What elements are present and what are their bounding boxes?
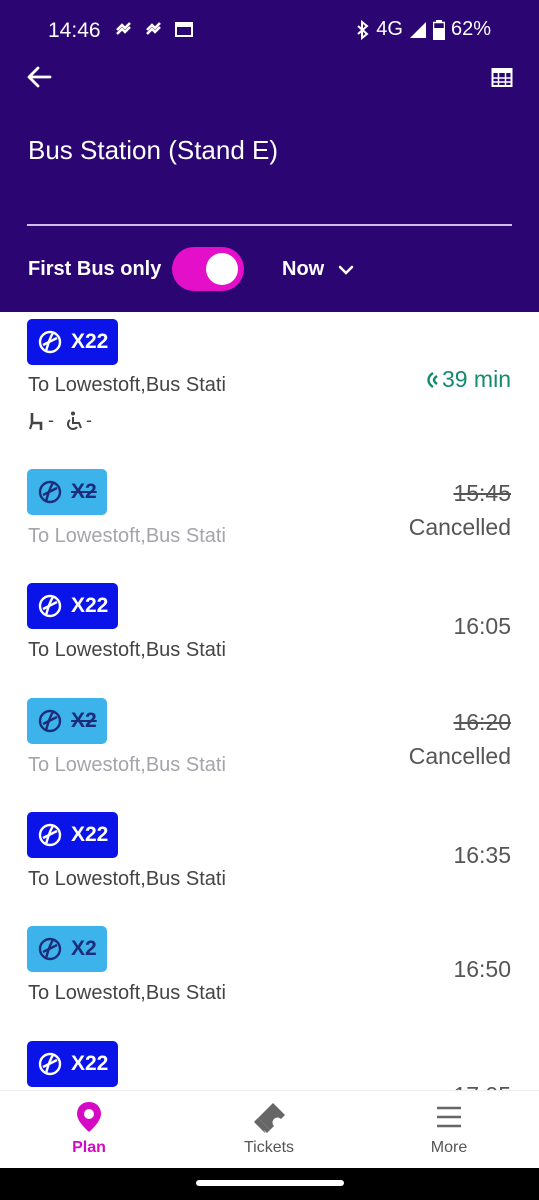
operator-logo-icon <box>38 594 62 618</box>
scheduled-time: 16:20 <box>453 709 511 735</box>
scheduled-time: 17:05 <box>453 1082 511 1090</box>
notification-icons <box>114 20 194 38</box>
header: 14:46 4G 62% Bus Station (Stand E) First… <box>0 0 539 312</box>
nav-more-label: More <box>430 1139 468 1156</box>
battery-icon <box>432 19 445 40</box>
facilities: - - <box>28 410 92 431</box>
network-type: 4G <box>376 18 403 40</box>
operator-logo-icon <box>38 480 62 504</box>
seat-facility-value: - <box>48 410 54 430</box>
first-bus-only-toggle[interactable] <box>172 247 244 291</box>
seat-icon <box>28 412 43 430</box>
notification-icon <box>116 22 131 35</box>
signal-icon <box>409 21 426 38</box>
scheduled-time: 16:05 <box>453 613 511 639</box>
destination: To Lowestoft,Bus Stati <box>28 754 226 776</box>
departure-row[interactable]: X22 To Lowestoft,Bus Stati 16:35 <box>0 803 539 923</box>
operator-logo-icon <box>38 330 62 354</box>
destination: To Lowestoft,Bus Stati <box>28 868 226 890</box>
calendar-icon[interactable] <box>491 66 513 88</box>
destination: To Lowestoft,Bus Stati <box>28 639 226 661</box>
status-right: 4G 62% <box>356 18 491 41</box>
notification-icon <box>146 22 161 35</box>
nav-plan[interactable]: Plan <box>29 1101 149 1157</box>
gesture-handle[interactable] <box>196 1180 344 1186</box>
route-badge: X22 <box>27 319 119 365</box>
departure-list[interactable]: X22 To Lowestoft,Bus Stati 39 min - - X2… <box>0 312 539 1090</box>
route-number: X2 <box>71 480 97 503</box>
time-selector[interactable]: Now <box>282 258 354 281</box>
route-number: X22 <box>71 823 109 846</box>
nav-tickets-label: Tickets <box>243 1139 295 1156</box>
live-time-text: 39 min <box>441 366 511 392</box>
route-number: X22 <box>71 594 109 617</box>
toggle-knob <box>206 253 238 285</box>
scheduled-time: 16:50 <box>453 956 511 982</box>
scheduled-time: 16:35 <box>453 842 511 868</box>
first-bus-only-label: First Bus only <box>28 258 162 280</box>
departure-row[interactable]: X2 To Lowestoft,Bus Stati 16:50 <box>0 917 539 1037</box>
bottom-nav: Plan Tickets More <box>0 1090 539 1168</box>
route-badge: X22 <box>27 583 119 629</box>
bluetooth-icon <box>357 19 369 40</box>
live-time: 39 min <box>424 366 511 393</box>
nav-more[interactable]: More <box>389 1101 509 1157</box>
back-arrow-icon[interactable] <box>24 62 54 92</box>
system-gesture-area <box>0 1168 539 1200</box>
route-number: X22 <box>71 1052 109 1075</box>
scheduled-time: 15:45 <box>453 480 511 506</box>
chevron-down-icon <box>338 265 354 275</box>
route-number: X2 <box>71 709 97 732</box>
route-number: X2 <box>71 937 97 960</box>
wheelchair-facility-value: - <box>86 410 92 430</box>
cancelled-status: Cancelled <box>408 514 511 540</box>
menu-icon <box>437 1106 461 1128</box>
status-time: 14:46 <box>48 19 101 42</box>
operator-logo-icon <box>38 937 62 961</box>
departure-row[interactable]: X2 To Lowestoft,Bus Stati 16:20 Cancelle… <box>0 689 539 809</box>
live-signal-icon <box>427 371 438 388</box>
departure-row[interactable]: X2 To Lowestoft,Bus Stati 15:45 Cancelle… <box>0 460 539 580</box>
route-badge: X2 <box>27 698 107 744</box>
location-pin-icon <box>77 1102 101 1132</box>
route-badge: X22 <box>27 1041 119 1087</box>
wheelchair-icon <box>67 411 82 430</box>
seat-facility: - <box>28 410 54 431</box>
time-selector-label: Now <box>282 258 325 280</box>
calendar-notification-icon <box>175 22 193 37</box>
nav-tickets[interactable]: Tickets <box>209 1101 329 1157</box>
operator-logo-icon <box>38 1052 62 1076</box>
route-badge: X2 <box>27 469 107 515</box>
destination: To Lowestoft,Bus Stati <box>28 982 226 1004</box>
ticket-icon <box>254 1103 285 1133</box>
operator-logo-icon <box>38 823 62 847</box>
stop-title: Bus Station (Stand E) <box>28 135 279 165</box>
battery-level: 62% <box>450 18 491 40</box>
route-badge: X22 <box>27 812 119 858</box>
destination: To Lowestoft,Bus Stati <box>28 374 226 396</box>
departure-row[interactable]: X22 To Lowestoft,Bus Stati 16:05 <box>0 574 539 694</box>
wheelchair-facility: - <box>64 410 92 431</box>
departure-row[interactable]: X22 To Lowestoft,Bus Stati 39 min - - <box>0 312 539 460</box>
cancelled-status: Cancelled <box>408 743 511 769</box>
departure-row[interactable]: X22 17:05 <box>0 1032 539 1090</box>
title-divider <box>27 224 512 226</box>
route-number: X22 <box>71 330 109 353</box>
route-badge: X2 <box>27 926 107 972</box>
nav-plan-label: Plan <box>72 1139 106 1156</box>
status-bar: 14:46 4G 62% <box>0 0 539 60</box>
destination: To Lowestoft,Bus Stati <box>28 525 226 547</box>
operator-logo-icon <box>38 709 62 733</box>
